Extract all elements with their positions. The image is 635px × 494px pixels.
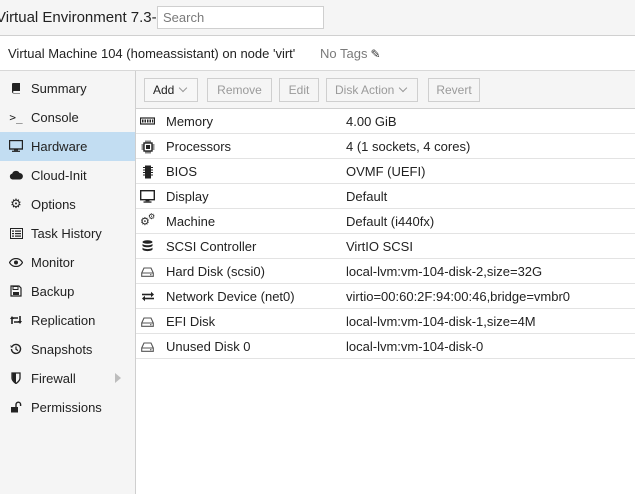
sidebar-item-label: Backup bbox=[31, 284, 75, 299]
row-key: Machine bbox=[166, 214, 216, 229]
disk-action-button-label: Disk Action bbox=[335, 83, 395, 97]
table-row[interactable]: Hard Disk (scsi0) local-lvm:vm-104-disk-… bbox=[136, 259, 635, 284]
floppy-icon bbox=[9, 284, 23, 298]
retweet-icon bbox=[9, 313, 23, 327]
edit-button-label: Edit bbox=[288, 83, 310, 97]
history-icon bbox=[9, 342, 23, 356]
row-key: BIOS bbox=[166, 164, 198, 179]
row-key: Memory bbox=[166, 114, 213, 129]
book-icon bbox=[9, 81, 23, 95]
row-value: Default bbox=[346, 189, 388, 204]
table-row[interactable]: Display Default bbox=[136, 184, 635, 209]
shield-icon bbox=[9, 371, 23, 385]
expand-arrow-icon[interactable] bbox=[115, 373, 121, 383]
sidebar-item-label: Cloud-Init bbox=[31, 168, 87, 183]
row-key: SCSI Controller bbox=[166, 239, 257, 254]
disk-action-button[interactable]: Disk Action bbox=[326, 78, 418, 102]
monitor-icon bbox=[9, 139, 23, 153]
tags-area: No Tags ✎ bbox=[320, 46, 381, 61]
table-row[interactable]: EFI Disk local-lvm:vm-104-disk-1,size=4M bbox=[136, 309, 635, 334]
microchip-icon bbox=[140, 164, 155, 179]
sidebar-item-permissions[interactable]: Permissions bbox=[0, 393, 135, 422]
chevron-down-icon bbox=[399, 83, 408, 93]
eye-icon bbox=[9, 255, 23, 269]
table-row[interactable]: SCSI Controller VirtIO SCSI bbox=[136, 234, 635, 259]
remove-button-label: Remove bbox=[217, 83, 262, 97]
row-key: Hard Disk (scsi0) bbox=[166, 264, 265, 279]
table-row[interactable]: Memory 4.00 GiB bbox=[136, 109, 635, 134]
sidebar-item-cloud-init[interactable]: Cloud-Init bbox=[0, 161, 135, 190]
memory-icon bbox=[140, 114, 155, 129]
sidebar: Summary >_ Console Hardware Cloud-Init ⚙… bbox=[0, 71, 136, 494]
table-row[interactable]: Network Device (net0) virtio=00:60:2F:94… bbox=[136, 284, 635, 309]
sidebar-item-backup[interactable]: Backup bbox=[0, 277, 135, 306]
add-button-label: Add bbox=[153, 83, 175, 97]
sidebar-item-hardware[interactable]: Hardware bbox=[0, 132, 135, 161]
edit-tags-icon[interactable]: ✎ bbox=[370, 47, 380, 61]
app-title: Virtual Environment 7.3-4 bbox=[0, 9, 165, 26]
chevron-down-icon bbox=[179, 83, 188, 93]
add-button[interactable]: Add bbox=[144, 78, 198, 102]
remove-button[interactable]: Remove bbox=[207, 78, 272, 102]
search-input[interactable] bbox=[157, 6, 324, 29]
sidebar-item-snapshots[interactable]: Snapshots bbox=[0, 335, 135, 364]
sidebar-item-label: Task History bbox=[31, 226, 102, 241]
row-key: EFI Disk bbox=[166, 314, 216, 329]
table-row[interactable]: Unused Disk 0 local-lvm:vm-104-disk-0 bbox=[136, 334, 635, 359]
vm-header: Virtual Machine 104 (homeassistant) on n… bbox=[0, 36, 635, 71]
row-key: Display bbox=[166, 189, 209, 204]
cloud-icon bbox=[9, 168, 23, 182]
sidebar-item-label: Console bbox=[31, 110, 79, 125]
cogs-icon: ⚙ ⚙ bbox=[140, 212, 156, 228]
sidebar-item-label: Replication bbox=[31, 313, 96, 328]
gear-icon: ⚙ bbox=[10, 196, 22, 211]
sidebar-item-label: Monitor bbox=[31, 255, 75, 270]
sidebar-item-firewall[interactable]: Firewall bbox=[0, 364, 135, 393]
table-row[interactable]: Processors 4 (1 sockets, 4 cores) bbox=[136, 134, 635, 159]
table-row[interactable]: ⚙ ⚙ Machine Default (i440fx) bbox=[136, 209, 635, 234]
sidebar-item-console[interactable]: >_ Console bbox=[0, 103, 135, 132]
revert-button[interactable]: Revert bbox=[428, 78, 480, 102]
sidebar-item-label: Snapshots bbox=[31, 342, 93, 357]
row-key: Network Device (net0) bbox=[166, 289, 295, 304]
sidebar-item-summary[interactable]: Summary bbox=[0, 74, 135, 103]
sidebar-item-options[interactable]: ⚙ Options bbox=[0, 190, 135, 219]
edit-button[interactable]: Edit bbox=[279, 78, 319, 102]
table-row[interactable]: BIOS OVMF (UEFI) bbox=[136, 159, 635, 184]
cpu-icon bbox=[140, 139, 155, 154]
sidebar-item-label: Permissions bbox=[31, 400, 102, 415]
row-value: local-lvm:vm-104-disk-2,size=32G bbox=[346, 264, 543, 279]
row-value: local-lvm:vm-104-disk-0 bbox=[346, 339, 484, 354]
row-value: VirtIO SCSI bbox=[346, 239, 413, 254]
unlock-icon bbox=[9, 400, 23, 414]
hdd-icon bbox=[140, 314, 155, 329]
top-bar: Virtual Environment 7.3-4 bbox=[0, 0, 635, 36]
sidebar-item-label: Summary bbox=[31, 81, 87, 96]
row-key: Processors bbox=[166, 139, 232, 154]
hardware-toolbar: Add Remove Edit Disk Action Revert bbox=[136, 71, 635, 109]
list-icon bbox=[9, 226, 23, 240]
row-value: local-lvm:vm-104-disk-1,size=4M bbox=[346, 314, 536, 329]
exchange-icon bbox=[140, 289, 155, 304]
sidebar-item-replication[interactable]: Replication bbox=[0, 306, 135, 335]
database-icon bbox=[140, 239, 155, 254]
tags-label: No Tags bbox=[320, 46, 368, 61]
row-value: 4 (1 sockets, 4 cores) bbox=[346, 139, 471, 154]
revert-button-label: Revert bbox=[436, 83, 472, 97]
row-value: Default (i440fx) bbox=[346, 214, 435, 229]
terminal-icon: >_ bbox=[9, 110, 23, 124]
row-value: virtio=00:60:2F:94:00:46,bridge=vmbr0 bbox=[346, 289, 571, 304]
row-value: 4.00 GiB bbox=[346, 114, 397, 129]
desktop-icon bbox=[140, 189, 155, 204]
sidebar-item-task-history[interactable]: Task History bbox=[0, 219, 135, 248]
hdd-icon bbox=[140, 339, 155, 354]
sidebar-item-label: Hardware bbox=[31, 139, 88, 154]
sidebar-item-monitor[interactable]: Monitor bbox=[0, 248, 135, 277]
sidebar-item-label: Firewall bbox=[31, 371, 76, 386]
sidebar-item-label: Options bbox=[31, 197, 76, 212]
row-value: OVMF (UEFI) bbox=[346, 164, 426, 179]
hdd-icon bbox=[140, 264, 155, 279]
row-key: Unused Disk 0 bbox=[166, 339, 251, 354]
vm-title: Virtual Machine 104 (homeassistant) on n… bbox=[8, 46, 296, 61]
